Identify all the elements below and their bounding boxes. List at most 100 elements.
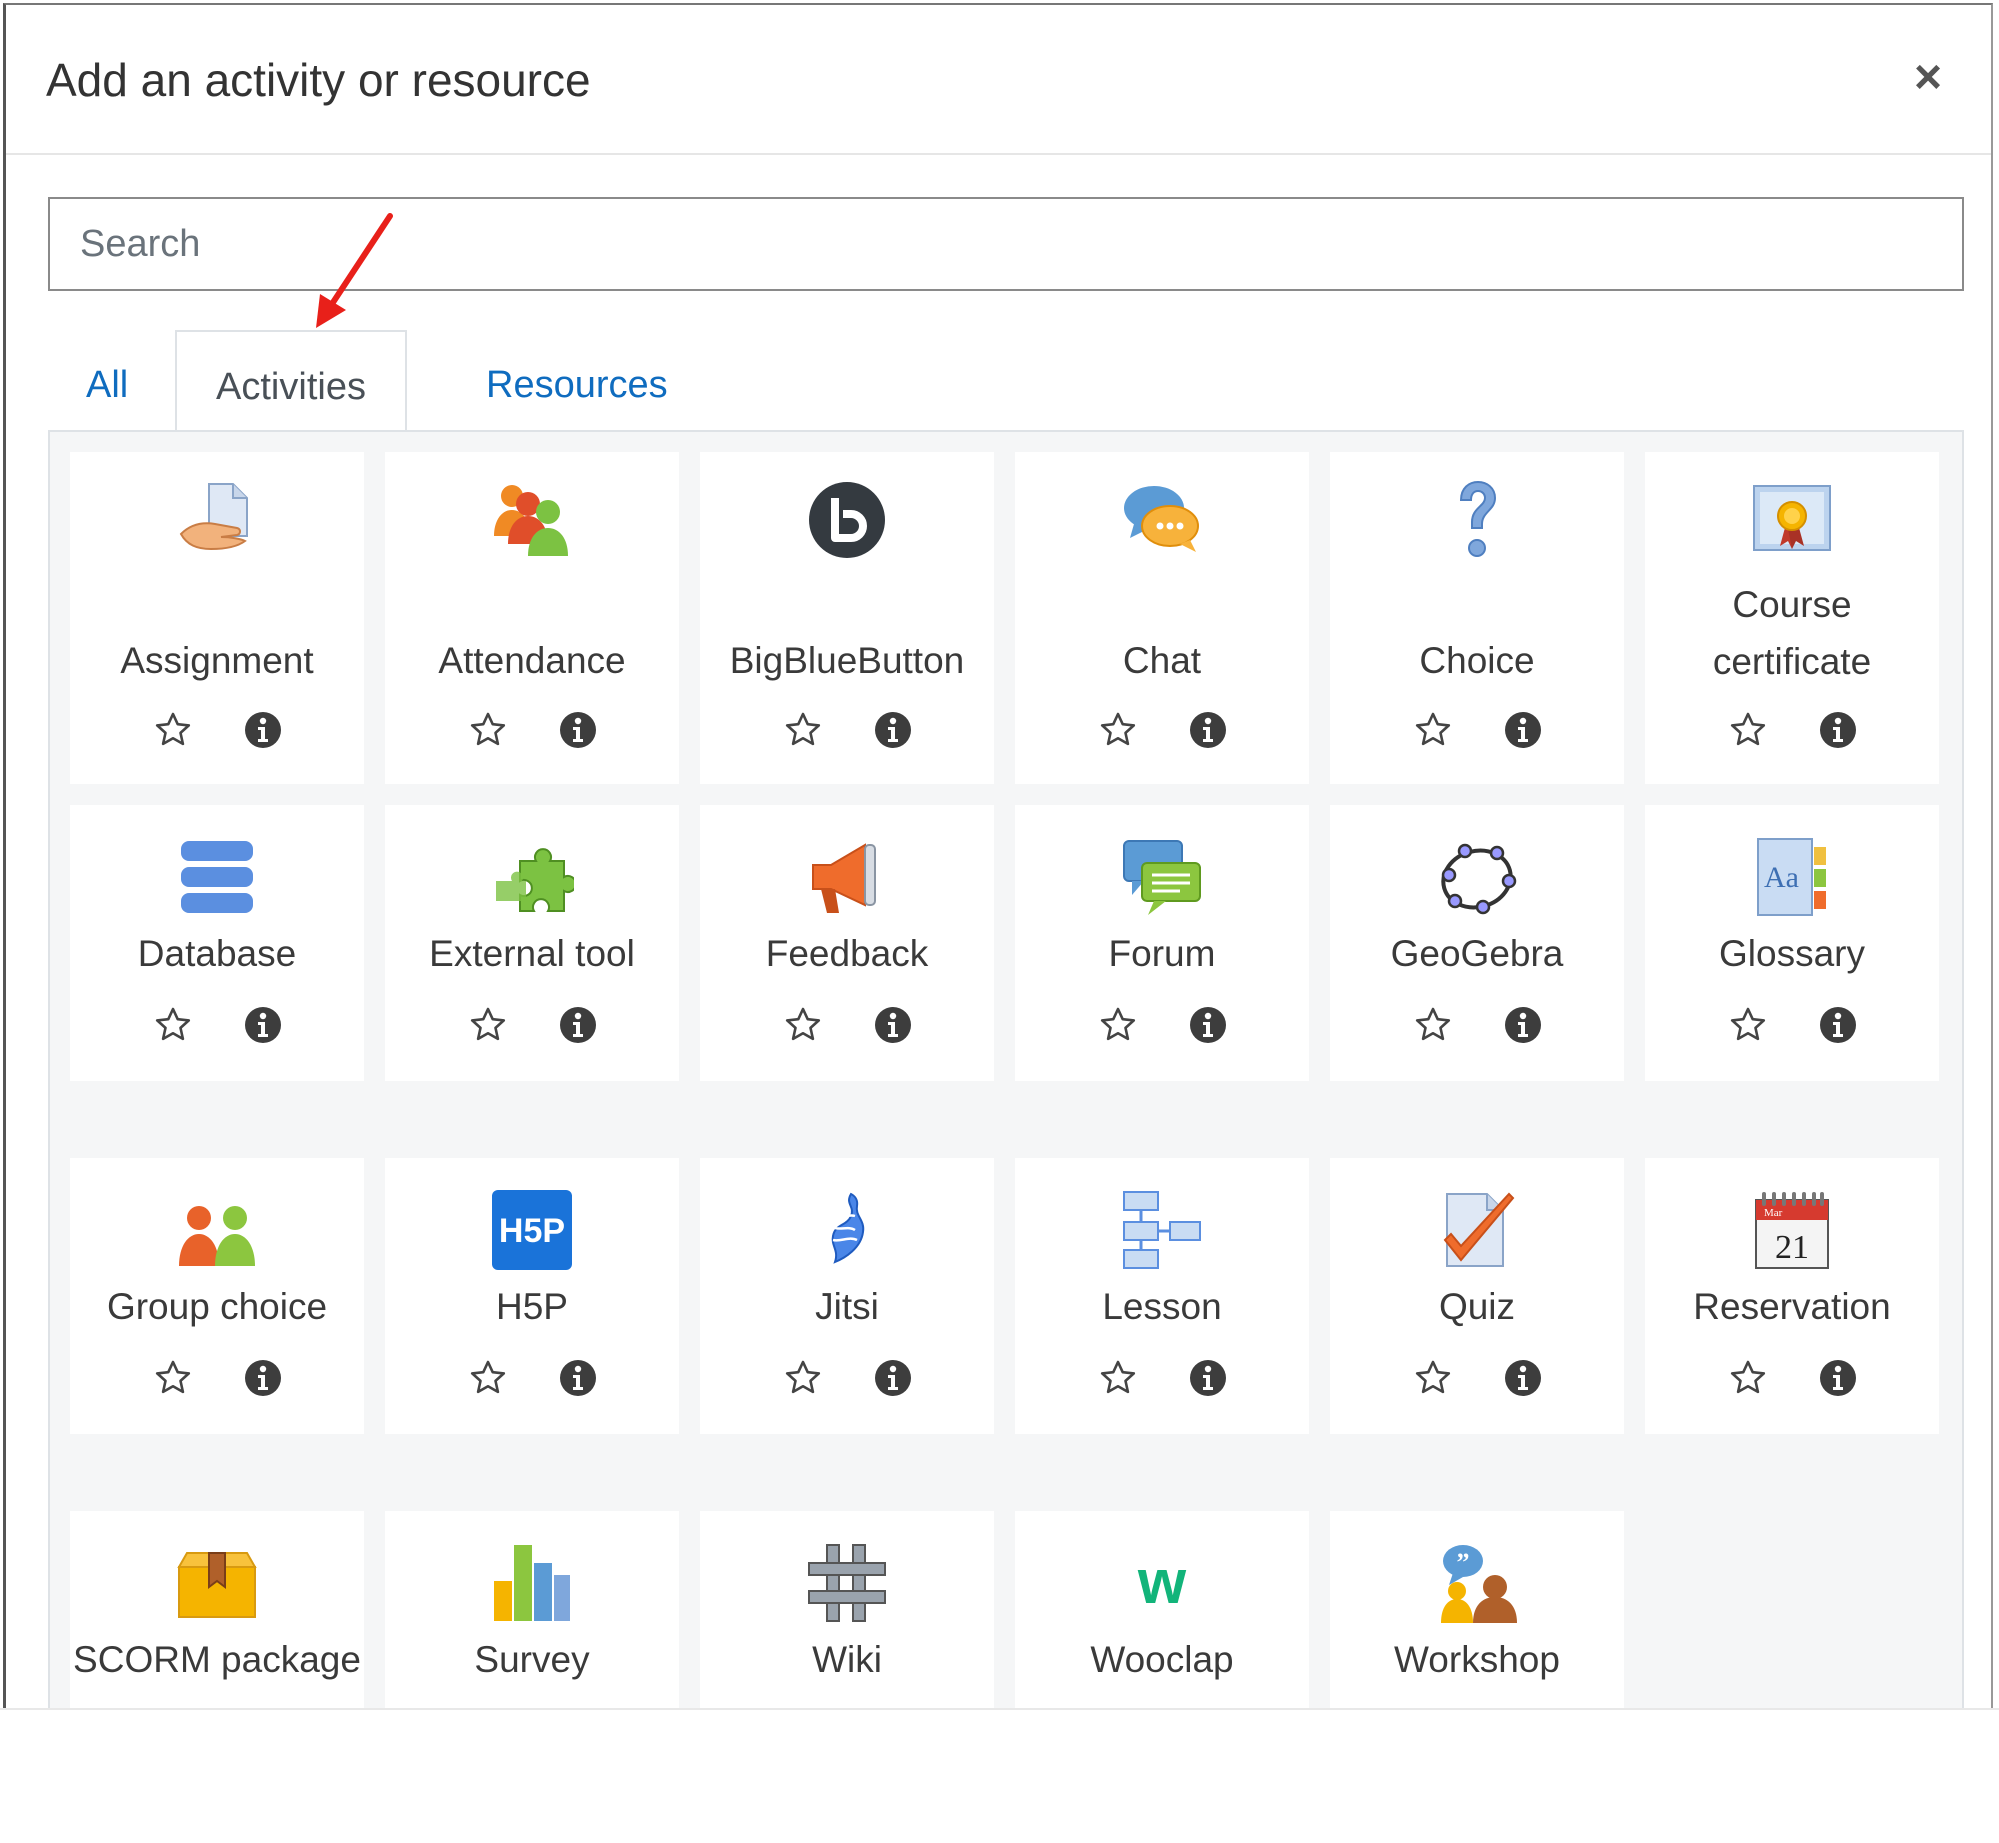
tile-actions: [700, 1358, 994, 1398]
activity-tile-label: Course certificate: [1645, 576, 1939, 690]
info-icon[interactable]: [1503, 1005, 1543, 1045]
svg-text:H5P: H5P: [499, 1212, 565, 1250]
activity-tile-label: GeoGebra: [1390, 933, 1564, 974]
info-icon[interactable]: [873, 1358, 913, 1398]
close-button[interactable]: ×: [1901, 51, 1955, 105]
star-icon[interactable]: [153, 710, 193, 750]
tile-actions: [1015, 710, 1309, 750]
activity-tile-geogebra[interactable]: GeoGebra: [1330, 805, 1624, 1081]
info-icon[interactable]: [873, 1005, 913, 1045]
info-icon[interactable]: [243, 710, 283, 750]
star-icon[interactable]: [1413, 710, 1453, 750]
star-icon[interactable]: [468, 710, 508, 750]
activity-tile-choice[interactable]: Choice: [1330, 452, 1624, 784]
quiz-icon: [1435, 1188, 1519, 1272]
activity-tile-bigbluebutton[interactable]: BigBlueButton: [700, 452, 994, 784]
activity-tile-group-choice[interactable]: Group choice: [70, 1158, 364, 1434]
tab-bar: All Activities Resources: [48, 330, 1964, 432]
activity-tile-assignment[interactable]: Assignment: [70, 452, 364, 784]
activity-tile-label: Forum: [1108, 933, 1216, 974]
star-icon[interactable]: [783, 710, 823, 750]
star-icon[interactable]: [1413, 1005, 1453, 1045]
activity-tile-attendance[interactable]: Attendance: [385, 452, 679, 784]
activity-tile-h5p[interactable]: H5P H5P: [385, 1158, 679, 1434]
info-icon[interactable]: [1188, 710, 1228, 750]
activity-tile-label: BigBlueButton: [729, 640, 965, 681]
star-icon[interactable]: [783, 1005, 823, 1045]
feedback-icon: [805, 835, 889, 919]
star-icon[interactable]: [1098, 1358, 1138, 1398]
tile-actions: [1015, 1358, 1309, 1398]
star-icon[interactable]: [468, 1358, 508, 1398]
external-tool-icon: [490, 835, 577, 919]
activity-tile-forum[interactable]: Forum: [1015, 805, 1309, 1081]
certificate-icon: [1750, 478, 1834, 562]
star-icon[interactable]: [1728, 710, 1768, 750]
activity-tile-jitsi[interactable]: Jitsi: [700, 1158, 994, 1434]
activity-tile-label: Wooclap: [1090, 1639, 1234, 1680]
tile-actions: [385, 1358, 679, 1398]
star-icon[interactable]: [1728, 1005, 1768, 1045]
activity-tile-database[interactable]: Database: [70, 805, 364, 1081]
star-icon[interactable]: [783, 1358, 823, 1398]
tile-actions: [700, 1005, 994, 1045]
star-icon[interactable]: [153, 1005, 193, 1045]
activity-tile-label: Survey: [474, 1639, 590, 1680]
activity-tile-chat[interactable]: Chat: [1015, 452, 1309, 784]
tile-actions: [385, 1005, 679, 1045]
info-icon[interactable]: [1503, 710, 1543, 750]
activity-tile-label: External tool: [429, 933, 635, 974]
info-icon[interactable]: [1818, 1005, 1858, 1045]
activity-tile-label: Lesson: [1102, 1286, 1222, 1327]
star-icon[interactable]: [1413, 1358, 1453, 1398]
modal-header: Add an activity or resource ×: [6, 5, 1991, 155]
svg-text:21: 21: [1775, 1229, 1809, 1266]
h5p-icon: H5P: [490, 1188, 574, 1272]
star-icon[interactable]: [1098, 710, 1138, 750]
tab-activities[interactable]: Activities: [175, 330, 407, 432]
activity-tile-label: H5P: [496, 1286, 568, 1327]
activity-tile-label: Assignment: [120, 640, 314, 681]
forum-icon: [1120, 835, 1204, 919]
star-icon[interactable]: [1098, 1005, 1138, 1045]
info-icon[interactable]: [1818, 710, 1858, 750]
activity-tile-external-tool[interactable]: External tool: [385, 805, 679, 1081]
activity-grid: Assignment Attendance BigBlueButton Chat Cho…: [70, 452, 1939, 1843]
info-icon[interactable]: [243, 1358, 283, 1398]
activity-tile-certificate[interactable]: Course certificate: [1645, 452, 1939, 784]
survey-icon: [490, 1541, 574, 1625]
info-icon[interactable]: [558, 1358, 598, 1398]
jitsi-icon: [805, 1188, 889, 1272]
activities-panel: Assignment Attendance BigBlueButton Chat Cho…: [48, 430, 1964, 1787]
activity-tile-label: Wiki: [812, 1639, 882, 1680]
lesson-icon: [1120, 1188, 1204, 1272]
info-icon[interactable]: [558, 710, 598, 750]
star-icon[interactable]: [468, 1005, 508, 1045]
activity-tile-label-line: Course: [1732, 584, 1852, 625]
activity-chooser-modal: Add an activity or resource × All Activi…: [3, 3, 1993, 1787]
tile-actions: [1015, 1005, 1309, 1045]
info-icon[interactable]: [873, 710, 913, 750]
tab-all[interactable]: All: [48, 330, 166, 432]
star-icon[interactable]: [1728, 1358, 1768, 1398]
info-icon[interactable]: [1818, 1358, 1858, 1398]
info-icon[interactable]: [1188, 1358, 1228, 1398]
info-icon[interactable]: [243, 1005, 283, 1045]
tab-resources[interactable]: Resources: [448, 330, 706, 432]
reservation-icon: Mar 21: [1750, 1188, 1834, 1272]
page-bottom-strip: [0, 1708, 1999, 1756]
info-icon[interactable]: [1503, 1358, 1543, 1398]
activity-tile-glossary[interactable]: Aa Glossary: [1645, 805, 1939, 1081]
activity-tile-lesson[interactable]: Lesson: [1015, 1158, 1309, 1434]
activity-tile-reservation[interactable]: Mar 21 Reservation: [1645, 1158, 1939, 1434]
info-icon[interactable]: [1188, 1005, 1228, 1045]
search-input[interactable]: [48, 197, 1964, 291]
activity-tile-quiz[interactable]: Quiz: [1330, 1158, 1624, 1434]
activity-tile-label: Chat: [1122, 640, 1202, 681]
star-icon[interactable]: [153, 1358, 193, 1398]
glossary-icon: Aa: [1750, 835, 1834, 919]
tile-actions: [1645, 1005, 1939, 1045]
info-icon[interactable]: [558, 1005, 598, 1045]
tile-actions: [70, 710, 364, 750]
activity-tile-feedback[interactable]: Feedback: [700, 805, 994, 1081]
